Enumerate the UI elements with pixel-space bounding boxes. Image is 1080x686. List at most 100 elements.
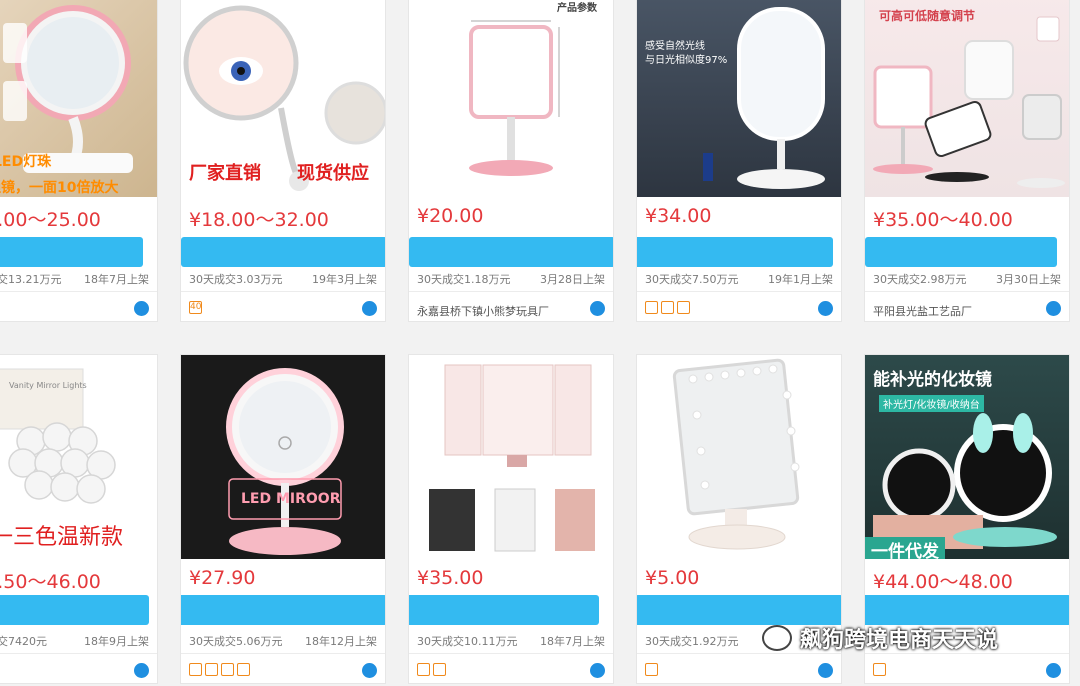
product-card[interactable]: LED灯珠 普通镜，一面10倍放大 ¥22.00～25.00 30天成交13.2… bbox=[0, 0, 158, 322]
listing-date: 18年12月上架 bbox=[305, 635, 377, 648]
wangwang-chat-icon[interactable] bbox=[1046, 301, 1061, 316]
image-caption: LED灯珠 bbox=[0, 154, 52, 170]
product-image[interactable]: 产品参数 bbox=[409, 0, 613, 197]
wangwang-chat-icon[interactable] bbox=[134, 301, 149, 316]
wechat-watermark: 飙狗跨境电商天天说 bbox=[762, 620, 998, 656]
card-divider bbox=[865, 291, 1069, 292]
wangwang-chat-icon[interactable] bbox=[590, 301, 605, 316]
listing-date: 19年3月上架 bbox=[312, 273, 377, 286]
service-badge-icon bbox=[645, 301, 658, 314]
wechat-icon bbox=[762, 625, 792, 651]
product-price: ¥22.00～25.00 bbox=[0, 209, 101, 231]
service-badges bbox=[189, 663, 250, 676]
redaction-mark bbox=[409, 595, 599, 625]
image-caption: 与日光相似度97% bbox=[645, 55, 728, 66]
sales-volume: 30天成交7420元 bbox=[0, 635, 47, 648]
product-card[interactable]: LED MIROOR ¥27.90 30天成交5.06万元 18年12月上架 bbox=[180, 354, 386, 684]
card-divider bbox=[637, 291, 841, 292]
product-image[interactable]: 厂家直销 现货供应 bbox=[181, 0, 385, 197]
product-card[interactable]: 感受自然光线 与日光相似度97% ¥34.00 30天成交7.50万元 19年1… bbox=[636, 0, 842, 322]
service-badge-icon bbox=[205, 663, 218, 676]
redaction-mark bbox=[0, 595, 149, 625]
card-divider bbox=[181, 291, 385, 292]
wangwang-chat-icon[interactable] bbox=[134, 663, 149, 678]
sales-volume: 30天成交7.50万元 bbox=[645, 273, 739, 286]
service-badges bbox=[645, 663, 658, 676]
image-caption: LED MIROOR bbox=[241, 491, 341, 507]
sales-volume: 30天成交3.03万元 bbox=[189, 273, 283, 286]
service-badge-icon bbox=[677, 301, 690, 314]
service-badges bbox=[645, 301, 690, 314]
service-badge-icon bbox=[189, 663, 202, 676]
image-caption: 一件代发 bbox=[865, 537, 945, 559]
sales-volume: 30天成交1.18万元 bbox=[417, 273, 511, 286]
product-image[interactable] bbox=[637, 355, 841, 559]
wangwang-chat-icon[interactable] bbox=[1046, 663, 1061, 678]
product-price: ¥35.00～40.00 bbox=[873, 209, 1013, 231]
service-badge-icon bbox=[237, 663, 250, 676]
image-caption: 产品参数 bbox=[557, 3, 597, 14]
product-price: ¥27.90 bbox=[189, 567, 256, 589]
listing-date: 3月28日上架 bbox=[540, 273, 605, 286]
product-image[interactable]: 能补光的化妆镜 补光灯/化妆镜/收纳台 一件代发 bbox=[865, 355, 1069, 559]
redaction-mark bbox=[637, 237, 833, 267]
listing-date: 18年9月上架 bbox=[84, 635, 149, 648]
image-caption: 感受自然光线 bbox=[645, 41, 705, 52]
seller-name[interactable]: 平阳县光盐工艺品厂 bbox=[873, 303, 972, 319]
seller-name[interactable]: 永嘉县桥下镇小熊梦玩具厂 bbox=[417, 303, 549, 319]
sales-volume: 30天成交5.06万元 bbox=[189, 635, 283, 648]
listing-date: 3月30日上架 bbox=[996, 273, 1061, 286]
service-badge-icon bbox=[221, 663, 234, 676]
product-image[interactable]: LED MIROOR bbox=[181, 355, 385, 559]
image-caption: 厂家直销 bbox=[189, 163, 261, 184]
product-price: ¥44.00～48.00 bbox=[873, 571, 1013, 593]
card-divider bbox=[181, 653, 385, 654]
wangwang-chat-icon[interactable] bbox=[818, 663, 833, 678]
image-caption: 现货供应 bbox=[297, 163, 369, 184]
card-divider bbox=[409, 653, 613, 654]
sales-volume: 30天成交1.92万元 bbox=[645, 635, 739, 648]
redaction-mark bbox=[181, 595, 385, 625]
image-caption: 能补光的化妆镜 bbox=[873, 370, 992, 390]
wangwang-chat-icon[interactable] bbox=[818, 301, 833, 316]
product-price: ¥35.00 bbox=[417, 567, 484, 589]
product-card[interactable]: Vanity Mirror Lights 一三色温新款 ¥35.50～46.00… bbox=[0, 354, 158, 684]
product-card[interactable]: ¥35.00 30天成交10.11万元 18年7月上架 bbox=[408, 354, 614, 684]
listing-date: 18年7月上架 bbox=[540, 635, 605, 648]
wangwang-chat-icon[interactable] bbox=[590, 663, 605, 678]
sales-volume: 30天成交10.11万元 bbox=[417, 635, 518, 648]
service-badge-icon bbox=[645, 663, 658, 676]
image-caption: 一三色温新款 bbox=[0, 525, 124, 550]
product-image[interactable]: 感受自然光线 与日光相似度97% bbox=[637, 0, 841, 197]
product-image[interactable]: 可高可低随意调节 bbox=[865, 0, 1069, 197]
redaction-mark bbox=[409, 237, 613, 267]
service-badge-icon bbox=[433, 663, 446, 676]
service-badges bbox=[417, 663, 446, 676]
card-divider bbox=[0, 291, 157, 292]
redaction-mark bbox=[181, 237, 385, 267]
product-image[interactable]: Vanity Mirror Lights 一三色温新款 bbox=[0, 355, 157, 559]
service-badge-icon: 40 bbox=[189, 301, 202, 314]
wangwang-chat-icon[interactable] bbox=[362, 301, 377, 316]
product-image[interactable] bbox=[409, 355, 613, 559]
service-badge-icon bbox=[417, 663, 430, 676]
redaction-mark bbox=[0, 237, 143, 267]
product-price: ¥35.50～46.00 bbox=[0, 571, 101, 593]
image-caption: 补光灯/化妆镜/收纳台 bbox=[879, 395, 984, 412]
product-price: ¥34.00 bbox=[645, 205, 712, 227]
redaction-mark bbox=[865, 237, 1057, 267]
sales-volume: 30天成交13.21万元 bbox=[0, 273, 62, 286]
image-caption: 可高可低随意调节 bbox=[879, 9, 976, 23]
product-price: ¥20.00 bbox=[417, 205, 484, 227]
wangwang-chat-icon[interactable] bbox=[362, 663, 377, 678]
product-card[interactable]: 产品参数 ¥20.00 30天成交1.18万元 3月28日上架 永嘉县桥下镇小熊… bbox=[408, 0, 614, 322]
watermark-text: 飙狗跨境电商天天说 bbox=[800, 628, 999, 653]
product-image[interactable]: LED灯珠 普通镜，一面10倍放大 bbox=[0, 0, 157, 197]
product-card[interactable]: 厂家直销 现货供应 ¥18.00～32.00 30天成交3.03万元 19年3月… bbox=[180, 0, 386, 322]
product-price: ¥5.00 bbox=[645, 567, 700, 589]
product-card[interactable]: 可高可低随意调节 ¥35.00～40.00 30天成交2.98万元 3月30日上… bbox=[864, 0, 1070, 322]
image-caption: Vanity Mirror Lights bbox=[9, 381, 87, 390]
listing-date: 19年1月上架 bbox=[768, 273, 833, 286]
service-badges bbox=[873, 663, 886, 676]
card-divider bbox=[0, 653, 157, 654]
